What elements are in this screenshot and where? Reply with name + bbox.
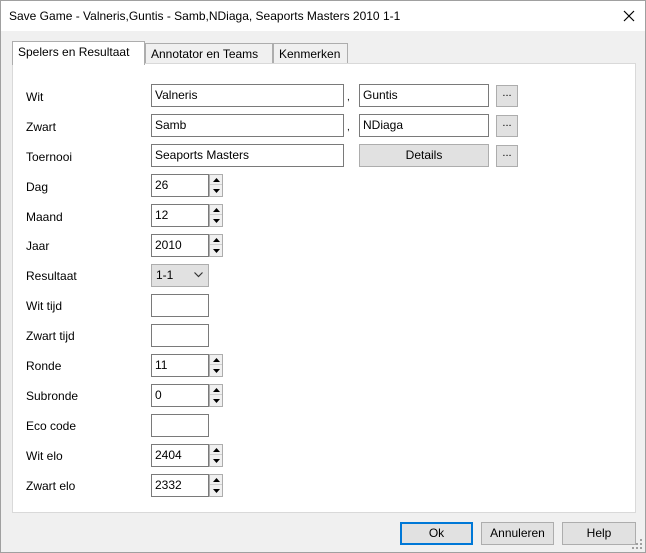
- spin-up-button[interactable]: [210, 175, 222, 185]
- arrow-down-icon: [212, 459, 220, 463]
- maand-input[interactable]: 12: [151, 204, 209, 227]
- toernooi-label: Toernooi: [26, 150, 73, 164]
- eco-code-input[interactable]: [151, 414, 209, 437]
- arrow-up-icon: [212, 387, 220, 392]
- chevron-down-icon: [194, 272, 203, 278]
- toernooi-input[interactable]: Seaports Masters: [151, 144, 344, 167]
- arrow-up-icon: [212, 207, 220, 212]
- arrow-up-icon: [212, 357, 220, 362]
- title-bar: Save Game - Valneris,Guntis - Samb,NDiag…: [1, 1, 645, 31]
- spin-up-button[interactable]: [210, 445, 222, 455]
- tab-label: Spelers en Resultaat: [18, 45, 130, 59]
- tab-panel: Wit Valneris , Guntis ... Zwart Samb , N…: [12, 63, 636, 513]
- zwart-elo-label: Zwart elo: [26, 479, 76, 493]
- ronde-label: Ronde: [26, 359, 62, 373]
- zwart-elo-input[interactable]: 2332: [151, 474, 209, 497]
- window-title: Save Game - Valneris,Guntis - Samb,NDiag…: [9, 9, 401, 23]
- spin-up-button[interactable]: [210, 385, 222, 395]
- subronde-input[interactable]: 0: [151, 384, 209, 407]
- arrow-down-icon: [212, 219, 220, 223]
- close-button[interactable]: [613, 1, 645, 31]
- wit-tijd-input[interactable]: [151, 294, 209, 317]
- tab-annotator-en-teams[interactable]: Annotator en Teams: [145, 43, 273, 64]
- wit-last-name-input[interactable]: Valneris: [151, 84, 344, 107]
- wit-elo-spinner[interactable]: [209, 444, 223, 467]
- maand-label: Maand: [26, 210, 63, 224]
- arrow-down-icon: [212, 189, 220, 193]
- subronde-label: Subronde: [26, 389, 79, 403]
- arrow-down-icon: [212, 369, 220, 373]
- spin-down-button[interactable]: [210, 486, 222, 496]
- spin-down-button[interactable]: [210, 396, 222, 406]
- wit-elo-input[interactable]: 2404: [151, 444, 209, 467]
- zwart-browse-button[interactable]: ...: [496, 115, 518, 137]
- zwart-label: Zwart: [26, 120, 56, 134]
- spin-down-button[interactable]: [210, 366, 222, 376]
- resultaat-label: Resultaat: [26, 269, 77, 283]
- spin-up-button[interactable]: [210, 235, 222, 245]
- ok-button[interactable]: Ok: [400, 522, 473, 545]
- arrow-up-icon: [212, 237, 220, 242]
- maand-spinner[interactable]: [209, 204, 223, 227]
- spin-up-button[interactable]: [210, 205, 222, 215]
- dag-label: Dag: [26, 180, 49, 194]
- close-icon: [623, 10, 635, 22]
- tab-kenmerken[interactable]: Kenmerken: [273, 43, 348, 64]
- subronde-spinner[interactable]: [209, 384, 223, 407]
- arrow-up-icon: [212, 177, 220, 182]
- tab-label: Kenmerken: [279, 47, 341, 61]
- tab-spelers-en-resultaat[interactable]: Spelers en Resultaat: [12, 41, 145, 65]
- zwart-tijd-input[interactable]: [151, 324, 209, 347]
- arrow-up-icon: [212, 447, 220, 452]
- wit-browse-button[interactable]: ...: [496, 85, 518, 107]
- toernooi-browse-button[interactable]: ...: [496, 145, 518, 167]
- details-button[interactable]: Details: [359, 144, 489, 167]
- jaar-spinner[interactable]: [209, 234, 223, 257]
- arrow-up-icon: [212, 477, 220, 482]
- resize-grip-icon[interactable]: [632, 539, 643, 550]
- resultaat-value: 1-1: [156, 268, 174, 282]
- ronde-input[interactable]: 11: [151, 354, 209, 377]
- zwart-tijd-label: Zwart tijd: [26, 329, 75, 343]
- spin-up-button[interactable]: [210, 475, 222, 485]
- cancel-button[interactable]: Annuleren: [481, 522, 554, 545]
- eco-code-label: Eco code: [26, 419, 77, 433]
- arrow-down-icon: [212, 489, 220, 493]
- spin-down-button[interactable]: [210, 186, 222, 196]
- name-separator: ,: [347, 122, 350, 133]
- arrow-down-icon: [212, 249, 220, 253]
- dag-spinner[interactable]: [209, 174, 223, 197]
- spin-up-button[interactable]: [210, 355, 222, 365]
- spin-down-button[interactable]: [210, 246, 222, 256]
- arrow-down-icon: [212, 399, 220, 403]
- spin-down-button[interactable]: [210, 216, 222, 226]
- ronde-spinner[interactable]: [209, 354, 223, 377]
- wit-elo-label: Wit elo: [26, 449, 63, 463]
- tab-label: Annotator en Teams: [151, 47, 259, 61]
- dag-input[interactable]: 26: [151, 174, 209, 197]
- name-separator: ,: [347, 92, 350, 103]
- jaar-input[interactable]: 2010: [151, 234, 209, 257]
- wit-tijd-label: Wit tijd: [26, 299, 62, 313]
- zwart-last-name-input[interactable]: Samb: [151, 114, 344, 137]
- zwart-elo-spinner[interactable]: [209, 474, 223, 497]
- jaar-label: Jaar: [26, 239, 50, 253]
- wit-label: Wit: [26, 90, 44, 104]
- zwart-first-name-input[interactable]: NDiaga: [359, 114, 489, 137]
- spin-down-button[interactable]: [210, 456, 222, 466]
- save-game-dialog: Save Game - Valneris,Guntis - Samb,NDiag…: [0, 0, 646, 553]
- wit-first-name-input[interactable]: Guntis: [359, 84, 489, 107]
- help-button[interactable]: Help: [562, 522, 636, 545]
- resultaat-select[interactable]: 1-1: [151, 264, 209, 287]
